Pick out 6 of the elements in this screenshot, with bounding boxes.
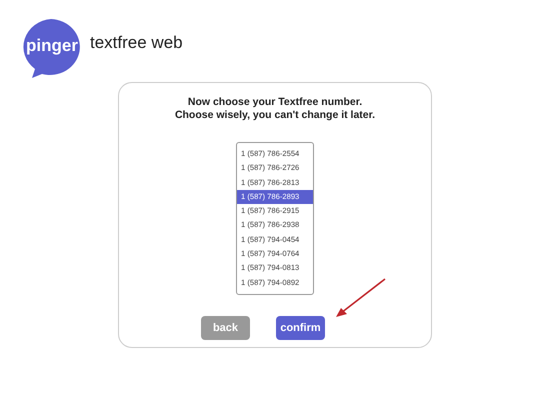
product-name: textfree web xyxy=(90,33,183,53)
annotation-arrow xyxy=(336,278,386,317)
confirm-button[interactable]: confirm xyxy=(276,316,325,340)
heading-text: Now choose your Textfree number. xyxy=(186,96,364,109)
logo-text: pinger xyxy=(26,36,78,56)
heading-text: Choose wisely, you can't change it later. xyxy=(174,109,376,122)
